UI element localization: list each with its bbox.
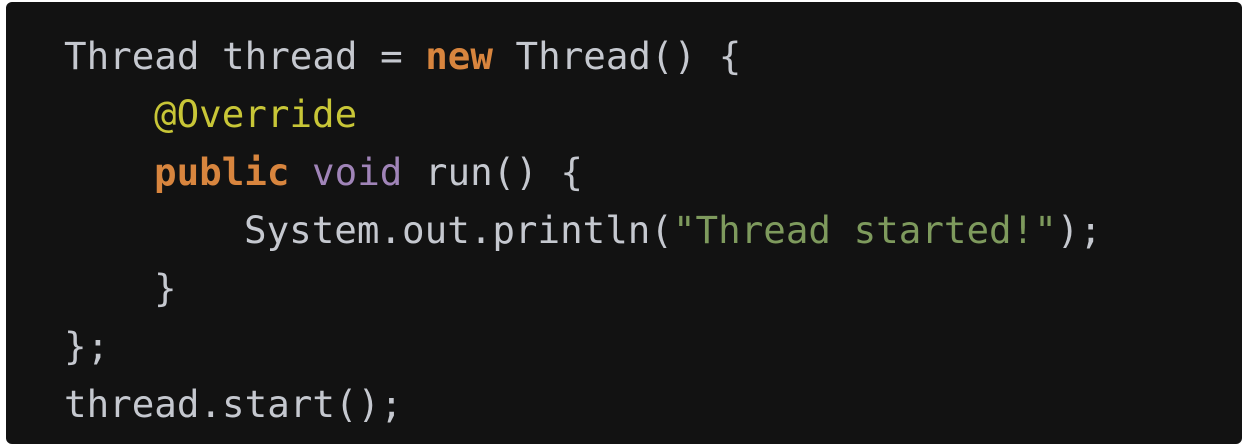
code-line-2: @Override [64,85,1242,143]
code-line-4: System.out.println("Thread started!"); [64,201,1242,259]
code-token: } [154,266,177,310]
code-line-7: thread.start(); [64,375,1242,433]
code-line-6: }; [64,317,1242,375]
code-token: System.out.println( [244,208,673,252]
string-literal: "Thread started!" [672,208,1057,252]
keyword-void: void [312,150,403,194]
code-token: Thread thread = [64,34,426,78]
code-token: ); [1056,208,1102,252]
code-line-5: } [64,259,1242,317]
code-token: thread.start(); [64,382,403,426]
code-line-1: Thread thread = new Thread() { [64,27,1242,85]
code-line-3: public void run() { [64,143,1242,201]
code-token: }; [64,324,110,368]
code-token: run() { [402,150,583,194]
keyword-new: new [425,34,493,78]
code-token: Thread() { [492,34,742,78]
code-block: Thread thread = new Thread() { @Override… [6,2,1242,444]
annotation-override: @Override [154,92,358,136]
keyword-public: public [154,150,290,194]
